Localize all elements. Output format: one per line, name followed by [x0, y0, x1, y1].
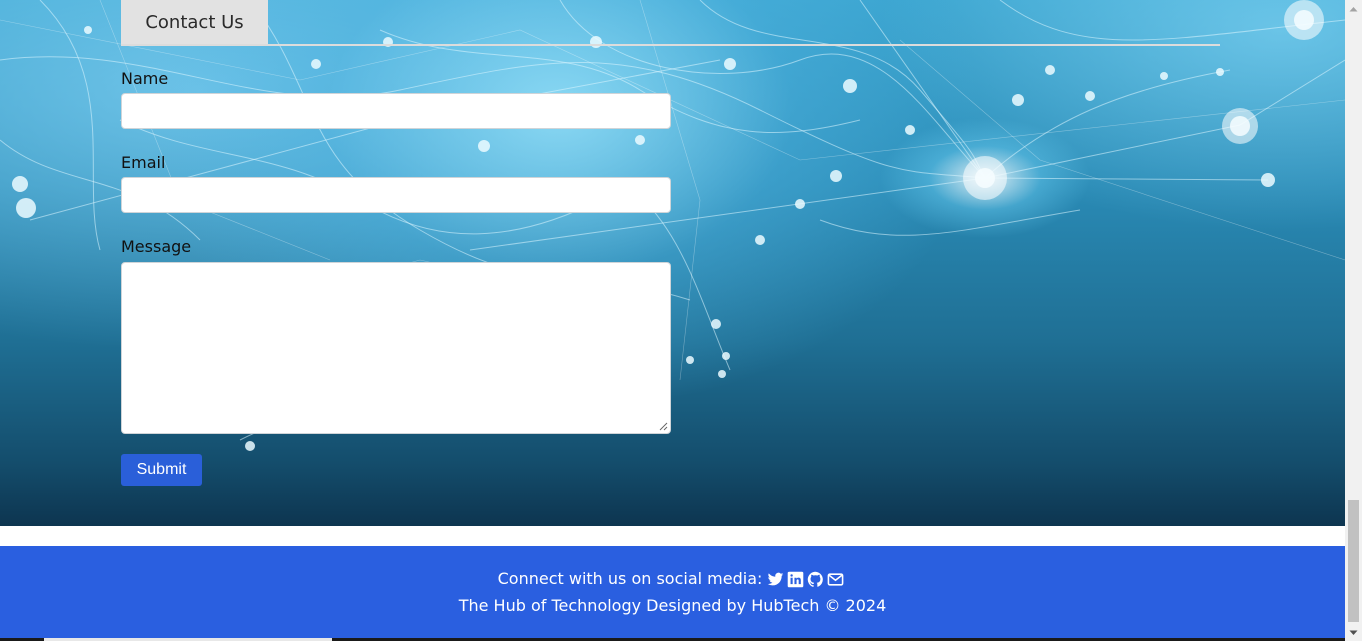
twitter-icon[interactable]: [767, 571, 784, 588]
contact-us-tab[interactable]: Contact Us: [121, 0, 268, 45]
github-icon[interactable]: [807, 571, 824, 588]
tab-divider: [121, 44, 1220, 46]
social-icons: [767, 571, 847, 588]
submit-button[interactable]: Submit: [121, 454, 202, 486]
scroll-down-arrow-icon[interactable]: [1345, 624, 1362, 641]
footer: Connect with us on social media: The Hub…: [0, 546, 1345, 641]
scroll-up-arrow-icon[interactable]: [1345, 0, 1362, 17]
scroll-thumb[interactable]: [1348, 500, 1359, 622]
resize-grip-icon[interactable]: [659, 422, 668, 431]
contact-section: Contact Us Name Email Message Submit: [0, 0, 1345, 526]
name-label: Name: [121, 69, 169, 88]
contact-us-tab-label: Contact Us: [145, 12, 244, 33]
email-input[interactable]: [121, 177, 671, 213]
social-text: Connect with us on social media:: [497, 569, 763, 588]
vertical-scrollbar[interactable]: [1345, 0, 1362, 641]
message-label: Message: [121, 237, 192, 256]
page-viewport: Contact Us Name Email Message Submit Con…: [0, 0, 1345, 641]
footer-credit: The Hub of Technology Designed by HubTec…: [458, 596, 887, 615]
envelope-icon[interactable]: [827, 571, 844, 588]
message-textarea[interactable]: [121, 262, 671, 434]
email-label: Email: [121, 153, 166, 172]
linkedin-icon[interactable]: [787, 571, 804, 588]
footer-social-row: Connect with us on social media:: [0, 568, 1345, 590]
name-input[interactable]: [121, 93, 671, 129]
